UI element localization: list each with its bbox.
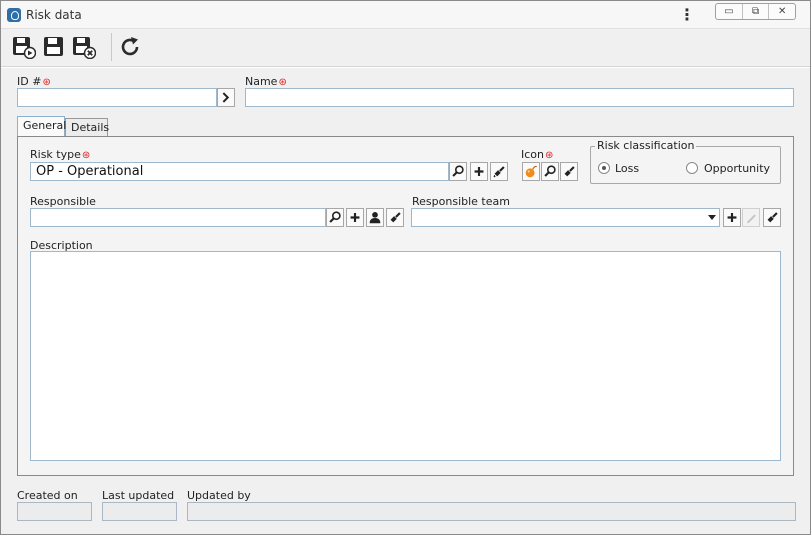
add-icon[interactable] [723,208,741,227]
save-and-close-icon[interactable] [72,35,96,59]
required-icon: ⊛ [278,77,287,88]
risk-type-field[interactable]: OP - Operational [30,162,449,181]
edit-icon[interactable] [742,208,760,227]
search-icon[interactable] [541,162,559,181]
created-on-label: Created on [17,489,78,502]
name-field[interactable] [245,88,794,107]
risk-type-label: Risk type⊛ [30,148,90,161]
clear-icon[interactable] [560,162,578,181]
toolbar-separator [111,33,112,61]
maximize-button[interactable]: ⧉ [743,4,770,19]
updated-by-field [187,502,796,521]
id-label-text: ID # [17,75,42,88]
responsible-team-select[interactable] [411,208,720,227]
icon-label-text: Icon [521,148,544,161]
risk-classification-group: Risk classification Loss Opportunity [590,139,781,184]
last-updated-label: Last updated [102,489,175,502]
required-icon: ⊛ [42,77,51,88]
id-label: ID #⊛ [17,75,51,88]
add-icon[interactable] [346,208,364,227]
responsible-team-label: Responsible team [412,195,510,208]
loss-label: Loss [615,162,640,175]
close-button[interactable]: ✕ [769,4,795,19]
responsible-label: Responsible [30,195,96,208]
clear-icon[interactable] [490,162,508,181]
last-updated-field [102,502,177,521]
search-icon[interactable] [449,162,467,181]
risk-classification-legend: Risk classification [595,139,697,152]
save-icon[interactable] [42,35,66,59]
loss-radio[interactable] [598,162,610,174]
updated-by-label: Updated by [187,489,251,502]
clear-icon[interactable] [386,208,404,227]
minimize-button[interactable]: ▭ [716,4,743,19]
risk-data-window: Risk data ⋮ ▭ ⧉ ✕ ID #⊛ Name⊛ General De… [0,0,811,535]
app-icon [7,8,21,22]
risk-type-label-text: Risk type [30,148,81,161]
more-options-icon[interactable]: ⋮ [679,5,695,25]
window-controls: ▭ ⧉ ✕ [715,3,796,20]
name-label-text: Name [245,75,278,88]
title-bar: Risk data ⋮ ▭ ⧉ ✕ [1,1,810,29]
window-title: Risk data [26,8,82,22]
add-icon[interactable] [470,162,488,181]
opportunity-radio[interactable] [686,162,698,174]
form-content: ID #⊛ Name⊛ General Details Risk type⊛ O… [1,68,810,534]
tab-general[interactable]: General [17,116,66,136]
opportunity-label: Opportunity [704,162,771,175]
created-on-field [17,502,92,521]
chevron-down-icon [708,215,716,220]
required-icon: ⊛ [545,150,554,161]
risk-bomb-icon[interactable] [522,162,540,181]
toolbar [1,29,810,67]
name-label: Name⊛ [245,75,287,88]
refresh-icon[interactable] [118,35,142,59]
search-icon[interactable] [326,208,344,227]
tab-details[interactable]: Details [65,118,109,137]
id-field[interactable] [17,88,217,107]
user-icon[interactable] [366,208,384,227]
description-textarea[interactable] [30,251,781,461]
save-and-new-icon[interactable] [12,35,36,59]
required-icon: ⊛ [81,150,91,161]
next-id-button[interactable] [217,88,235,107]
responsible-field[interactable] [30,208,326,227]
icon-label: Icon⊛ [521,148,553,161]
general-panel: Risk type⊛ OP - Operational Icon⊛ Risk c… [17,136,794,476]
clear-icon[interactable] [763,208,781,227]
